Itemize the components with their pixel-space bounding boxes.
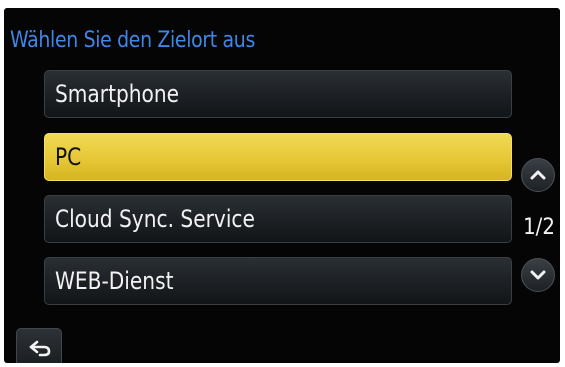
menu-item-label: Smartphone <box>55 80 180 108</box>
page-up-button[interactable] <box>521 158 555 192</box>
page-indicator: 1/2 <box>523 215 555 240</box>
menu-item-web-dienst[interactable]: WEB-Dienst <box>44 257 512 305</box>
camera-menu-screen: Wählen Sie den Zielort aus Smartphone PC… <box>4 8 560 363</box>
page-down-button[interactable] <box>521 258 555 292</box>
menu-item-smartphone[interactable]: Smartphone <box>44 70 512 118</box>
back-button[interactable] <box>16 328 62 363</box>
page-title: Wählen Sie den Zielort aus <box>10 28 255 53</box>
menu-item-label: PC <box>55 143 82 171</box>
menu-item-pc[interactable]: PC <box>44 133 512 181</box>
menu-item-label: Cloud Sync. Service <box>55 205 255 233</box>
chevron-up-icon <box>530 170 546 180</box>
return-arrow-icon <box>29 340 51 357</box>
menu-item-cloud-sync-service[interactable]: Cloud Sync. Service <box>44 195 512 243</box>
chevron-down-icon <box>530 270 546 280</box>
menu-item-label: WEB-Dienst <box>55 267 174 295</box>
